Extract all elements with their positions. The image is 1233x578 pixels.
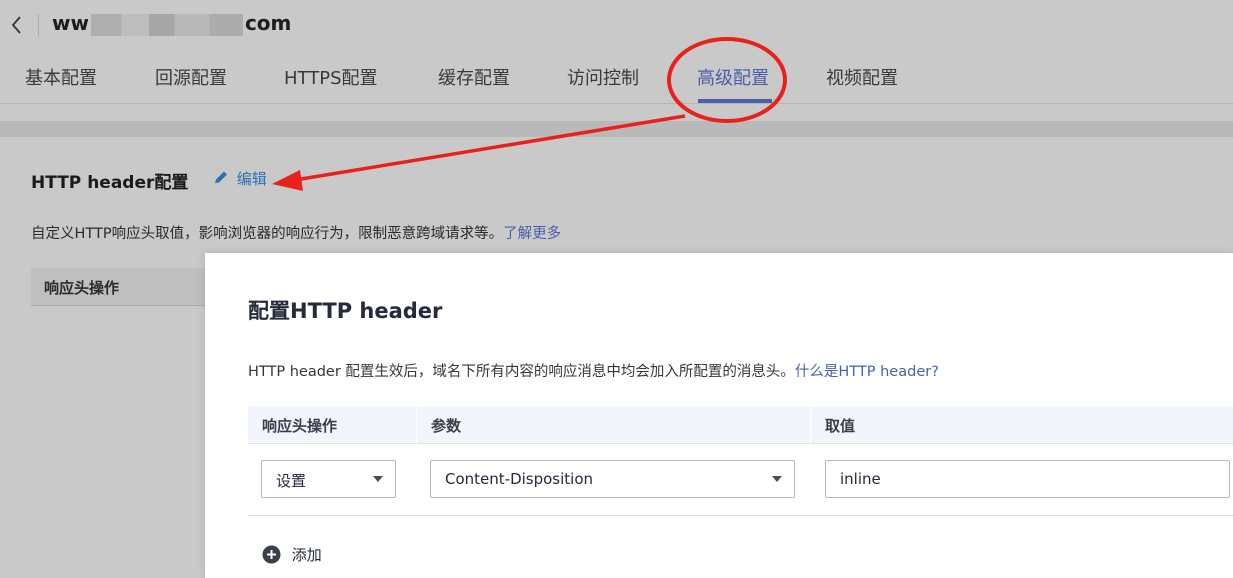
add-button[interactable]: 添加 bbox=[262, 544, 322, 565]
section-separator bbox=[0, 121, 1233, 137]
tab-basic[interactable]: 基本配置 bbox=[25, 64, 97, 90]
table-row: 设置 Content-Disposition inline bbox=[248, 444, 1233, 516]
dialog-description-text: HTTP header 配置生效后，域名下所有内容的响应消息中均会加入所配置的消… bbox=[248, 364, 795, 380]
background-table-header-label: 响应头操作 bbox=[44, 279, 120, 297]
domain-prefix: ww bbox=[52, 11, 89, 35]
edit-link[interactable]: 编辑 bbox=[212, 168, 267, 189]
tab-cache[interactable]: 缓存配置 bbox=[438, 64, 510, 90]
domain-title: ww com bbox=[52, 11, 291, 36]
section-description: 自定义HTTP响应头取值，影响浏览器的响应行为，限制恶意跨域请求等。了解更多 bbox=[31, 222, 561, 243]
plus-circle-icon bbox=[262, 545, 292, 564]
value-input-text: inline bbox=[840, 470, 881, 488]
pencil-icon bbox=[212, 170, 237, 188]
operation-select-value: 设置 bbox=[276, 472, 307, 490]
section-title: HTTP header配置 bbox=[31, 173, 189, 193]
back-button[interactable] bbox=[6, 12, 28, 38]
tab-video[interactable]: 视频配置 bbox=[826, 64, 898, 90]
domain-redaction bbox=[90, 13, 243, 36]
parameter-select[interactable]: Content-Disposition bbox=[430, 460, 795, 498]
domain-suffix: com bbox=[244, 11, 292, 35]
dialog-description: HTTP header 配置生效后，域名下所有内容的响应消息中均会加入所配置的消… bbox=[248, 360, 939, 381]
column-operation: 响应头操作 bbox=[262, 417, 338, 435]
what-is-http-header-link[interactable]: 什么是HTTP header? bbox=[795, 364, 939, 380]
add-label: 添加 bbox=[291, 546, 322, 564]
tab-advanced[interactable]: 高级配置 bbox=[697, 64, 769, 90]
caret-down-icon bbox=[772, 476, 782, 482]
parameter-select-value: Content-Disposition bbox=[445, 470, 594, 488]
learn-more-link[interactable]: 了解更多 bbox=[503, 226, 561, 242]
background-table-header: 响应头操作 bbox=[31, 268, 231, 306]
annotation-arrow-head bbox=[272, 170, 303, 191]
column-value: 取值 bbox=[810, 406, 1233, 444]
caret-down-icon bbox=[373, 476, 383, 482]
header-divider bbox=[38, 14, 39, 36]
edit-label: 编辑 bbox=[236, 170, 267, 188]
operation-select[interactable]: 设置 bbox=[261, 460, 396, 498]
column-parameter: 参数 bbox=[416, 406, 810, 444]
tab-https[interactable]: HTTPS配置 bbox=[284, 64, 378, 90]
dialog-title: 配置HTTP header bbox=[248, 299, 443, 323]
active-tab-indicator bbox=[698, 99, 772, 103]
http-header-dialog: 配置HTTP header HTTP header 配置生效后，域名下所有内容的… bbox=[205, 253, 1233, 578]
value-input[interactable]: inline bbox=[825, 460, 1230, 498]
back-chevron-icon bbox=[6, 12, 28, 38]
config-tabs: 基本配置 回源配置 HTTPS配置 缓存配置 访问控制 高级配置 视频配置 bbox=[0, 50, 1233, 104]
section-description-text: 自定义HTTP响应头取值，影响浏览器的响应行为，限制恶意跨域请求等。 bbox=[31, 226, 504, 242]
header-table-head: 响应头操作 参数 取值 bbox=[248, 406, 1233, 444]
top-bar: ww com bbox=[0, 0, 1233, 50]
tab-origin[interactable]: 回源配置 bbox=[155, 64, 227, 90]
tab-access-control[interactable]: 访问控制 bbox=[567, 64, 639, 90]
